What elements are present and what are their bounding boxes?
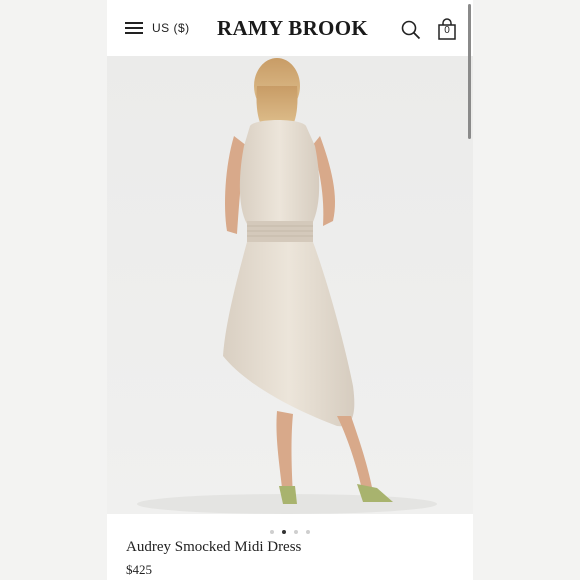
search-icon[interactable]: [401, 20, 421, 40]
bag-count: 0: [444, 25, 450, 36]
mobile-page: US ($) RAMY BROOK 0 Audrey Smocked Midi …: [107, 0, 473, 580]
carousel-dot[interactable]: [306, 530, 310, 534]
site-header: US ($) RAMY BROOK 0: [107, 0, 473, 56]
carousel-dots: [107, 521, 473, 539]
menu-icon[interactable]: [125, 22, 143, 35]
product-image[interactable]: [107, 56, 473, 514]
currency-selector[interactable]: US ($): [152, 21, 190, 35]
scrollbar[interactable]: [468, 4, 471, 139]
carousel-dot[interactable]: [270, 530, 274, 534]
brand-logo[interactable]: RAMY BROOK: [217, 16, 368, 41]
product-price: $425: [126, 562, 152, 577]
model-photo: [137, 58, 437, 514]
carousel-dot[interactable]: [294, 530, 298, 534]
product-name: Audrey Smocked Midi Dress: [126, 539, 302, 555]
carousel-dot-active[interactable]: [282, 530, 286, 534]
